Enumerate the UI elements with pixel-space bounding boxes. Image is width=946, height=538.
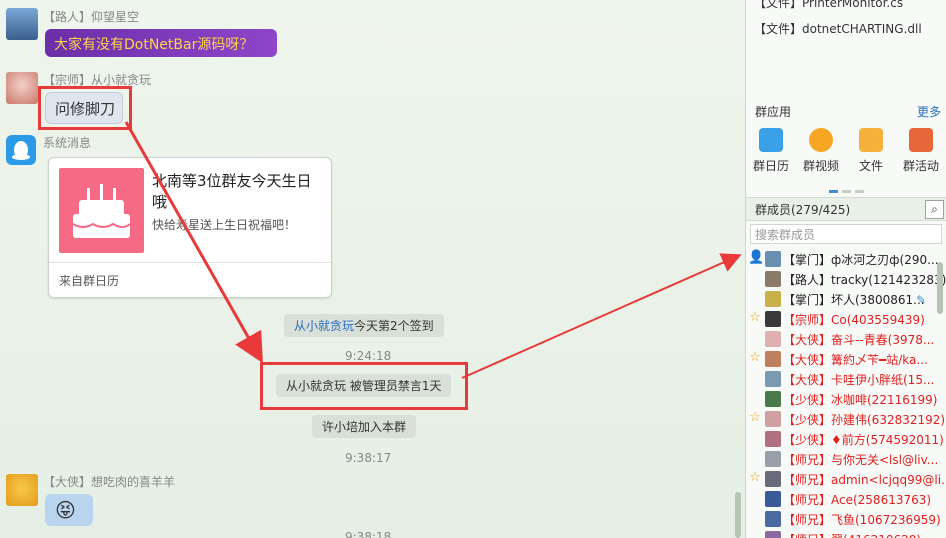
app-label: 群活动 — [902, 159, 939, 173]
member-name: 【路人】tracky(121423283) — [783, 273, 946, 287]
members-header: 群成员(279/425) ⌕ — [746, 197, 946, 221]
member-row[interactable]: ☆ 【宗师】Co(403559439) — [746, 309, 946, 329]
star-icon: ☆ — [749, 310, 761, 325]
member-name: 【师兄】翠(416210620) — [783, 531, 921, 538]
chat-panel: 【路人】仰望星空 大家有没有DotNetBar源码呀？ 【宗师】从小就贪玩 问修… — [0, 0, 745, 538]
member-row[interactable]: 【少侠】♦前方(574592011) — [746, 429, 946, 449]
member-name: 【少侠】孙建伟(632832192) — [783, 413, 946, 427]
folder-icon — [859, 128, 883, 152]
apps-more-link[interactable]: 更多 — [917, 103, 941, 120]
app-label: 群日历 — [752, 159, 789, 173]
member-name: 【宗师】Co(403559439) — [783, 313, 925, 327]
flag-icon — [909, 128, 933, 152]
member-avatar — [765, 451, 781, 467]
search-icon[interactable]: ⌕ — [925, 200, 944, 219]
star-icon: ☆ — [749, 350, 761, 365]
app-label: 文件 — [858, 159, 883, 173]
member-avatar — [765, 271, 781, 287]
file-item[interactable]: 【文件】dotnetCHARTING.dll — [754, 20, 922, 37]
app-video[interactable]: 群视频 — [799, 128, 843, 174]
member-row[interactable]: ☆ 【大侠】篝約乄苄━站/ka... — [746, 349, 946, 369]
apps-title: 群应用 — [755, 105, 792, 119]
app-label: 群视频 — [802, 159, 839, 173]
member-name: 【师兄】Ace(258613763) — [783, 493, 932, 507]
member-scrollbar[interactable] — [937, 262, 943, 314]
member-row[interactable]: ☆ 【少侠】孙建伟(632832192) — [746, 409, 946, 429]
member-name: 【少侠】♦前方(574592011) — [783, 433, 944, 447]
star-icon: ☆ — [749, 410, 761, 425]
member-name: 【大侠】卡哇伊小胖纸(15... — [783, 373, 935, 387]
member-avatar — [765, 491, 781, 507]
annotation-arrows — [124, 121, 742, 379]
file-item[interactable]: 【文件】PrinterMonitor.cs — [754, 0, 903, 11]
member-row[interactable]: 【少侠】冰咖啡(22116199) — [746, 389, 946, 409]
member-row[interactable]: 【师兄】Ace(258613763) — [746, 489, 946, 509]
member-avatar — [765, 311, 781, 327]
member-row[interactable]: 【师兄】与你无关<lsl@liv... — [746, 449, 946, 469]
calendar-icon — [759, 128, 783, 152]
member-avatar — [765, 391, 781, 407]
members-title: 群成员(279/425) — [755, 203, 851, 217]
chat-scrollbar[interactable] — [735, 492, 741, 538]
member-name: 【大侠】奋斗--青春(3978... — [783, 333, 935, 347]
member-row[interactable]: ☆ 【师兄】admin<lcjqq99@li... — [746, 469, 946, 489]
member-name: 【师兄】admin<lcjqq99@li... — [783, 473, 946, 487]
member-avatar — [765, 291, 781, 307]
app-calendar[interactable]: 群日历 — [749, 128, 793, 174]
member-name: 【师兄】与你无关<lsl@liv... — [783, 453, 939, 467]
member-avatar — [765, 251, 781, 267]
video-icon — [809, 128, 833, 152]
member-avatar — [765, 351, 781, 367]
member-avatar — [765, 371, 781, 387]
member-row[interactable]: 【路人】tracky(121423283) — [746, 269, 946, 289]
member-name: 【少侠】冰咖啡(22116199) — [783, 393, 938, 407]
apps-header: 群应用 更多 — [746, 100, 946, 120]
member-avatar — [765, 431, 781, 447]
member-name: 【师兄】飞鱼(1067236959) — [783, 513, 941, 527]
edit-icon[interactable]: ✎ — [916, 293, 926, 307]
member-name: 【大侠】篝約乄苄━站/ka... — [783, 353, 928, 367]
member-avatar — [765, 531, 781, 538]
member-avatar — [765, 471, 781, 487]
star-icon: ☆ — [749, 470, 761, 485]
app-activity[interactable]: 群活动 — [899, 128, 943, 174]
member-row[interactable]: 【大侠】奋斗--青春(3978... — [746, 329, 946, 349]
member-row[interactable]: 👤 【掌门】ф冰河之刃ф(290... — [746, 249, 946, 269]
member-row[interactable]: 【师兄】飞鱼(1067236959) — [746, 509, 946, 529]
member-avatar — [765, 511, 781, 527]
apps-page-indicator[interactable] — [829, 182, 864, 196]
member-row[interactable]: 【大侠】卡哇伊小胖纸(15... — [746, 369, 946, 389]
member-name: 【掌门】ф冰河之刃ф(290... — [783, 253, 939, 267]
person-icon: 👤 — [748, 250, 765, 265]
member-avatar — [765, 331, 781, 347]
member-row[interactable]: 【师兄】翠(416210620) — [746, 529, 946, 538]
member-avatar — [765, 411, 781, 427]
member-name: 【掌门】坏人(3800861... — [783, 293, 925, 307]
sidebar: 【文件】PrinterMonitor.cs 【文件】dotnetCHARTING… — [745, 0, 946, 538]
app-files[interactable]: 文件 — [849, 128, 893, 174]
member-search-input[interactable]: 搜索群成员 — [750, 224, 942, 244]
